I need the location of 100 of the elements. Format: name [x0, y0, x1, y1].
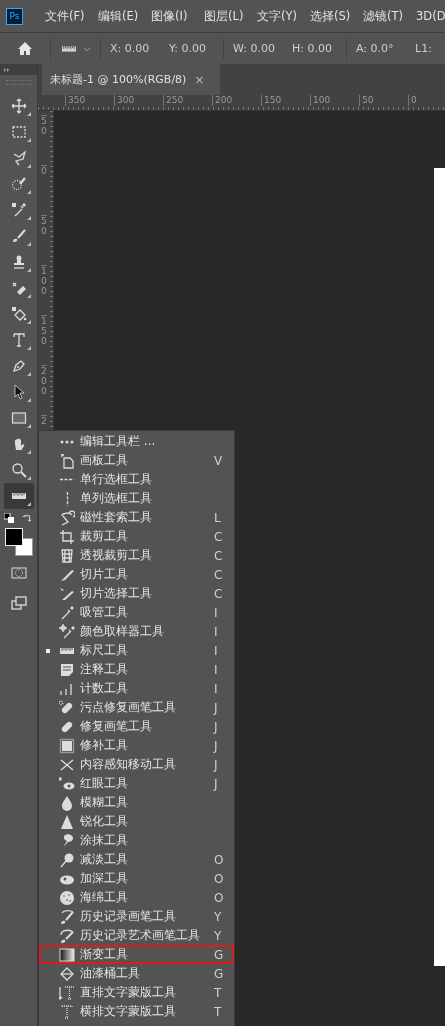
shortcut-label: O	[214, 871, 225, 886]
menu-item[interactable]: 3D(D	[416, 9, 445, 23]
note-icon	[59, 661, 75, 678]
menu-item[interactable]: 渐变工具 G	[39, 945, 234, 964]
menu-item-label: 模糊工具	[80, 794, 129, 811]
menu-item[interactable]: 吸管工具 I	[39, 603, 234, 622]
shortcut-label: Y	[214, 928, 223, 943]
menu-item[interactable]: 单列选框工具	[39, 489, 234, 508]
menu-item-label: 透视裁剪工具	[80, 547, 153, 564]
ruler-label: 50	[41, 215, 47, 236]
menu-item-label: 修补工具	[80, 737, 129, 754]
menu-item[interactable]: 涂抹工具	[39, 831, 234, 850]
menu-item[interactable]: 海绵工具 O	[39, 888, 234, 907]
rectangle-icon	[10, 410, 27, 426]
default-colors-icon[interactable]	[4, 513, 14, 524]
crop-icon	[59, 528, 75, 545]
menu-item[interactable]: 文字(Y)	[257, 8, 310, 24]
ruler-label: 100	[310, 95, 360, 106]
screen-mode-icon	[10, 595, 27, 611]
menu-item[interactable]: 历史记录画笔工具 Y	[39, 907, 234, 926]
paint-bucket-icon	[10, 306, 27, 322]
menu-item-label: 油漆桶工具	[80, 965, 141, 982]
gradient-icon	[59, 946, 75, 963]
menu-item-label: 修复画笔工具	[80, 718, 153, 735]
sponge-icon	[59, 889, 75, 906]
eyedropper-icon	[10, 202, 27, 218]
menu-item[interactable]: 图像(I)	[151, 8, 204, 24]
menu-item[interactable]: 选择(S)	[310, 8, 363, 24]
shortcut-label: O	[214, 890, 225, 905]
menu-item[interactable]: 文件(F)	[45, 8, 98, 24]
ruler-label: 2	[41, 415, 47, 426]
menu-item[interactable]: 减淡工具 O	[39, 850, 234, 869]
menu-item[interactable]: 计数工具 I	[39, 679, 234, 698]
menu-item[interactable]: 标尺工具 I	[39, 641, 234, 660]
menu-item-label: 标尺工具	[80, 642, 129, 659]
menu-item[interactable]: 模糊工具	[39, 793, 234, 812]
menu-item-label: 单列选框工具	[80, 490, 153, 507]
eye-icon	[59, 775, 75, 792]
shortcut-label: I	[214, 662, 219, 677]
menu-item[interactable]: 油漆桶工具 G	[39, 964, 234, 983]
color-swatches[interactable]	[4, 528, 33, 556]
quick-selection-icon	[10, 176, 27, 192]
menu-item[interactable]: 红眼工具 J	[39, 774, 234, 793]
quick-mask-icon	[10, 565, 27, 581]
menu-item[interactable]: 注释工具 I	[39, 660, 234, 679]
shortcut-label: J	[214, 738, 219, 753]
menu-item[interactable]: 锐化工具	[39, 812, 234, 831]
patch-icon	[59, 737, 75, 754]
menu-item[interactable]: 裁剪工具 C	[39, 527, 234, 546]
app-logo[interactable]: Ps	[6, 7, 23, 25]
menu-item-label: 历史记录艺术画笔工具	[80, 927, 201, 944]
menu-item-label: 直排文字蒙版工具	[80, 984, 177, 1001]
menu-item[interactable]: 横排文字蒙版工具 T	[39, 1002, 234, 1021]
menu-item[interactable]: 切片选择工具 C	[39, 584, 234, 603]
shortcut-label: C	[214, 548, 224, 563]
zoom-icon	[10, 462, 27, 478]
ruler-label: 300	[114, 95, 164, 106]
menu-item[interactable]: 磁性套索工具 L	[39, 508, 234, 527]
menu-item[interactable]: 切片工具 C	[39, 565, 234, 584]
ruler-label: 0	[408, 95, 445, 106]
menu-item[interactable]: 修复画笔工具 J	[39, 717, 234, 736]
menu-item[interactable]: 编辑工具栏 ...	[39, 432, 234, 451]
shortcut-label: I	[214, 605, 219, 620]
menu-item[interactable]: 图层(L)	[204, 8, 257, 24]
menu-item[interactable]: 加深工具 O	[39, 869, 234, 888]
menu-item-label: 注释工具	[80, 661, 129, 678]
home-icon	[17, 40, 33, 57]
coordinate-field: W: 0.00	[233, 42, 283, 55]
menu-item[interactable]: 单行选框工具	[39, 470, 234, 489]
ruler-label: 100	[41, 265, 47, 296]
coordinate-field: A: 0.0°	[356, 42, 406, 55]
slice-select-icon	[59, 585, 75, 602]
menu-item[interactable]: 修补工具 J	[39, 736, 234, 755]
menu-item[interactable]: 内容感知移动工具 J	[39, 755, 234, 774]
document-tab[interactable]: 未标题-1 @ 100%(RGB/8) ×	[42, 64, 220, 95]
color-sampler-icon	[59, 623, 75, 640]
coordinate-field: L1:	[415, 42, 432, 55]
menu-item[interactable]: 编辑(E)	[98, 8, 151, 24]
menu-item-label: 画板工具	[80, 452, 129, 469]
shortcut-label: T	[214, 985, 223, 1000]
menu-item[interactable]: 透视裁剪工具 C	[39, 546, 234, 565]
menu-item[interactable]: 直排文字蒙版工具 T	[39, 983, 234, 1002]
close-tab-button[interactable]: ×	[194, 72, 205, 87]
ruler-label: 350	[65, 95, 115, 106]
shortcut-label: G	[214, 966, 225, 981]
shortcut-label: G	[214, 947, 225, 962]
shortcut-label: J	[214, 776, 219, 791]
menu-item[interactable]: 污点修复画笔工具 J	[39, 698, 234, 717]
menu-item[interactable]: 颜色取样器工具 I	[39, 622, 234, 641]
ruler-label: 250	[163, 95, 213, 106]
ruler-tool-button[interactable]	[3, 483, 34, 509]
shortcut-label: J	[214, 757, 219, 772]
eyedropper-icon	[59, 604, 75, 621]
shortcut-label: C	[214, 567, 224, 582]
menu-item[interactable]: 画板工具 V	[39, 451, 234, 470]
menu-item-label: 锐化工具	[80, 813, 129, 830]
menu-item[interactable]: 滤镜(T)	[363, 8, 416, 24]
ruler-label: 150	[41, 315, 47, 346]
menu-item[interactable]: 历史记录艺术画笔工具 Y	[39, 926, 234, 945]
ruler-label: 0	[41, 165, 47, 176]
